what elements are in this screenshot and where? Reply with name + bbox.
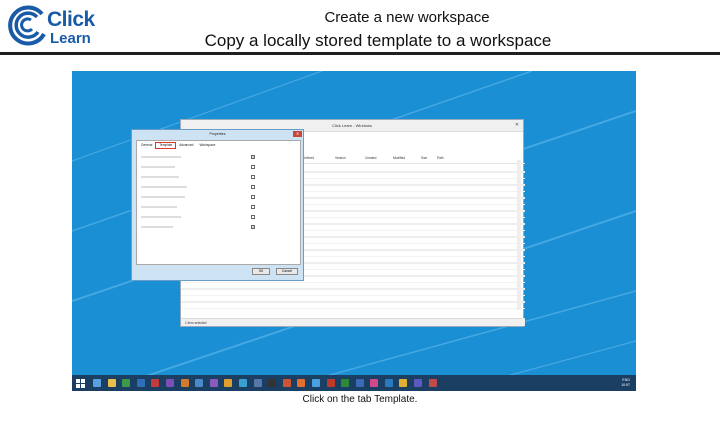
taskbar: ENG 10:57 [72,375,636,391]
tray-clock: 10:57 [621,383,630,387]
app-icon-18[interactable] [341,379,350,387]
property-checkbox[interactable] [251,195,255,199]
slide-subtitle: Copy a locally stored template to a work… [204,31,552,50]
app-icon-22[interactable] [399,379,408,387]
column-header[interactable]: Version [333,156,363,163]
scrollbar[interactable] [517,160,521,310]
dialog-title: Properties [209,132,226,136]
property-checkbox[interactable]: × [251,225,255,229]
property-row [141,162,297,172]
column-header[interactable]: Created [363,156,391,163]
app-icon-21[interactable] [384,379,393,387]
app-icon-19[interactable] [355,379,364,387]
property-row [141,172,297,182]
caption-emphasis: Template [374,394,415,405]
column-header[interactable]: Defined [301,156,333,163]
header-divider [0,52,720,55]
tab-general[interactable]: General [138,142,155,149]
windows-start-icon[interactable] [76,378,85,388]
app-icon-1[interactable] [93,379,101,387]
tab-workspace[interactable]: Workspace [196,142,218,149]
properties-dialog: Properties ✕ General Template Advanced W… [131,129,304,281]
property-row: × [141,152,297,162]
slide: Click Learn Create a new workspace Copy … [0,0,720,437]
property-checkbox[interactable] [251,185,255,189]
app-icon-12[interactable] [253,379,262,387]
app-icon-15[interactable] [297,379,306,387]
status-bar: 1 item selected [181,318,525,326]
windows-desktop-screenshot: Click Learn - Windows ✕ Defined Version … [72,71,636,391]
property-label [141,216,181,218]
dialog-close-icon[interactable]: ✕ [293,131,302,137]
property-row [141,202,297,212]
app-icon-24[interactable] [428,379,437,387]
property-label [141,196,185,198]
table-row[interactable] [181,283,525,296]
system-tray[interactable]: ENG 10:57 [621,378,630,388]
app-icon-11[interactable] [238,379,247,387]
slide-title: Create a new workspace [324,9,490,26]
property-row [141,182,297,192]
app-icon-16[interactable] [311,379,320,387]
app-icon-23[interactable] [414,379,423,387]
property-label [141,226,173,228]
app-icon-14[interactable] [282,379,291,387]
column-header[interactable]: Path [435,156,515,163]
ok-button[interactable]: OK [252,268,270,275]
property-row [141,212,297,222]
property-checkbox[interactable] [251,205,255,209]
property-label [141,156,181,158]
app-icon-13[interactable] [268,379,277,387]
app-icon-7[interactable] [180,379,189,387]
dialog-tabs: General Template Advanced Workspace [138,142,218,149]
app-icon-5[interactable] [151,379,160,387]
tab-template[interactable]: Template [155,142,177,149]
property-label [141,166,175,168]
cancel-button[interactable]: Cancel [276,268,298,275]
instruction-caption: Click on the tab Template. [302,394,418,405]
app-icon-20[interactable] [370,379,379,387]
property-checkbox[interactable] [251,215,255,219]
app-icon-17[interactable] [326,379,335,387]
property-checkbox[interactable] [251,165,255,169]
property-label [141,176,179,178]
table-row[interactable] [181,296,525,309]
app-icon-9[interactable] [209,379,218,387]
property-label [141,206,177,208]
app-icon-10[interactable] [224,379,233,387]
property-checkbox[interactable]: × [251,155,255,159]
app-icon-2[interactable] [107,379,116,387]
tab-advanced[interactable]: Advanced [176,142,196,149]
property-label [141,186,187,188]
column-header[interactable]: Size [419,156,435,163]
dialog-body: General Template Advanced Workspace × × [136,140,301,265]
property-row [141,192,297,202]
app-icon-4[interactable] [136,379,145,387]
app-icon-3[interactable] [122,379,131,387]
close-icon[interactable]: ✕ [513,122,521,129]
property-row: × [141,222,297,232]
app-icon-6[interactable] [165,379,174,387]
column-header[interactable]: Modified [391,156,419,163]
property-checkbox[interactable] [251,175,255,179]
property-list: × × [141,152,297,232]
app-icon-8[interactable] [195,379,204,387]
